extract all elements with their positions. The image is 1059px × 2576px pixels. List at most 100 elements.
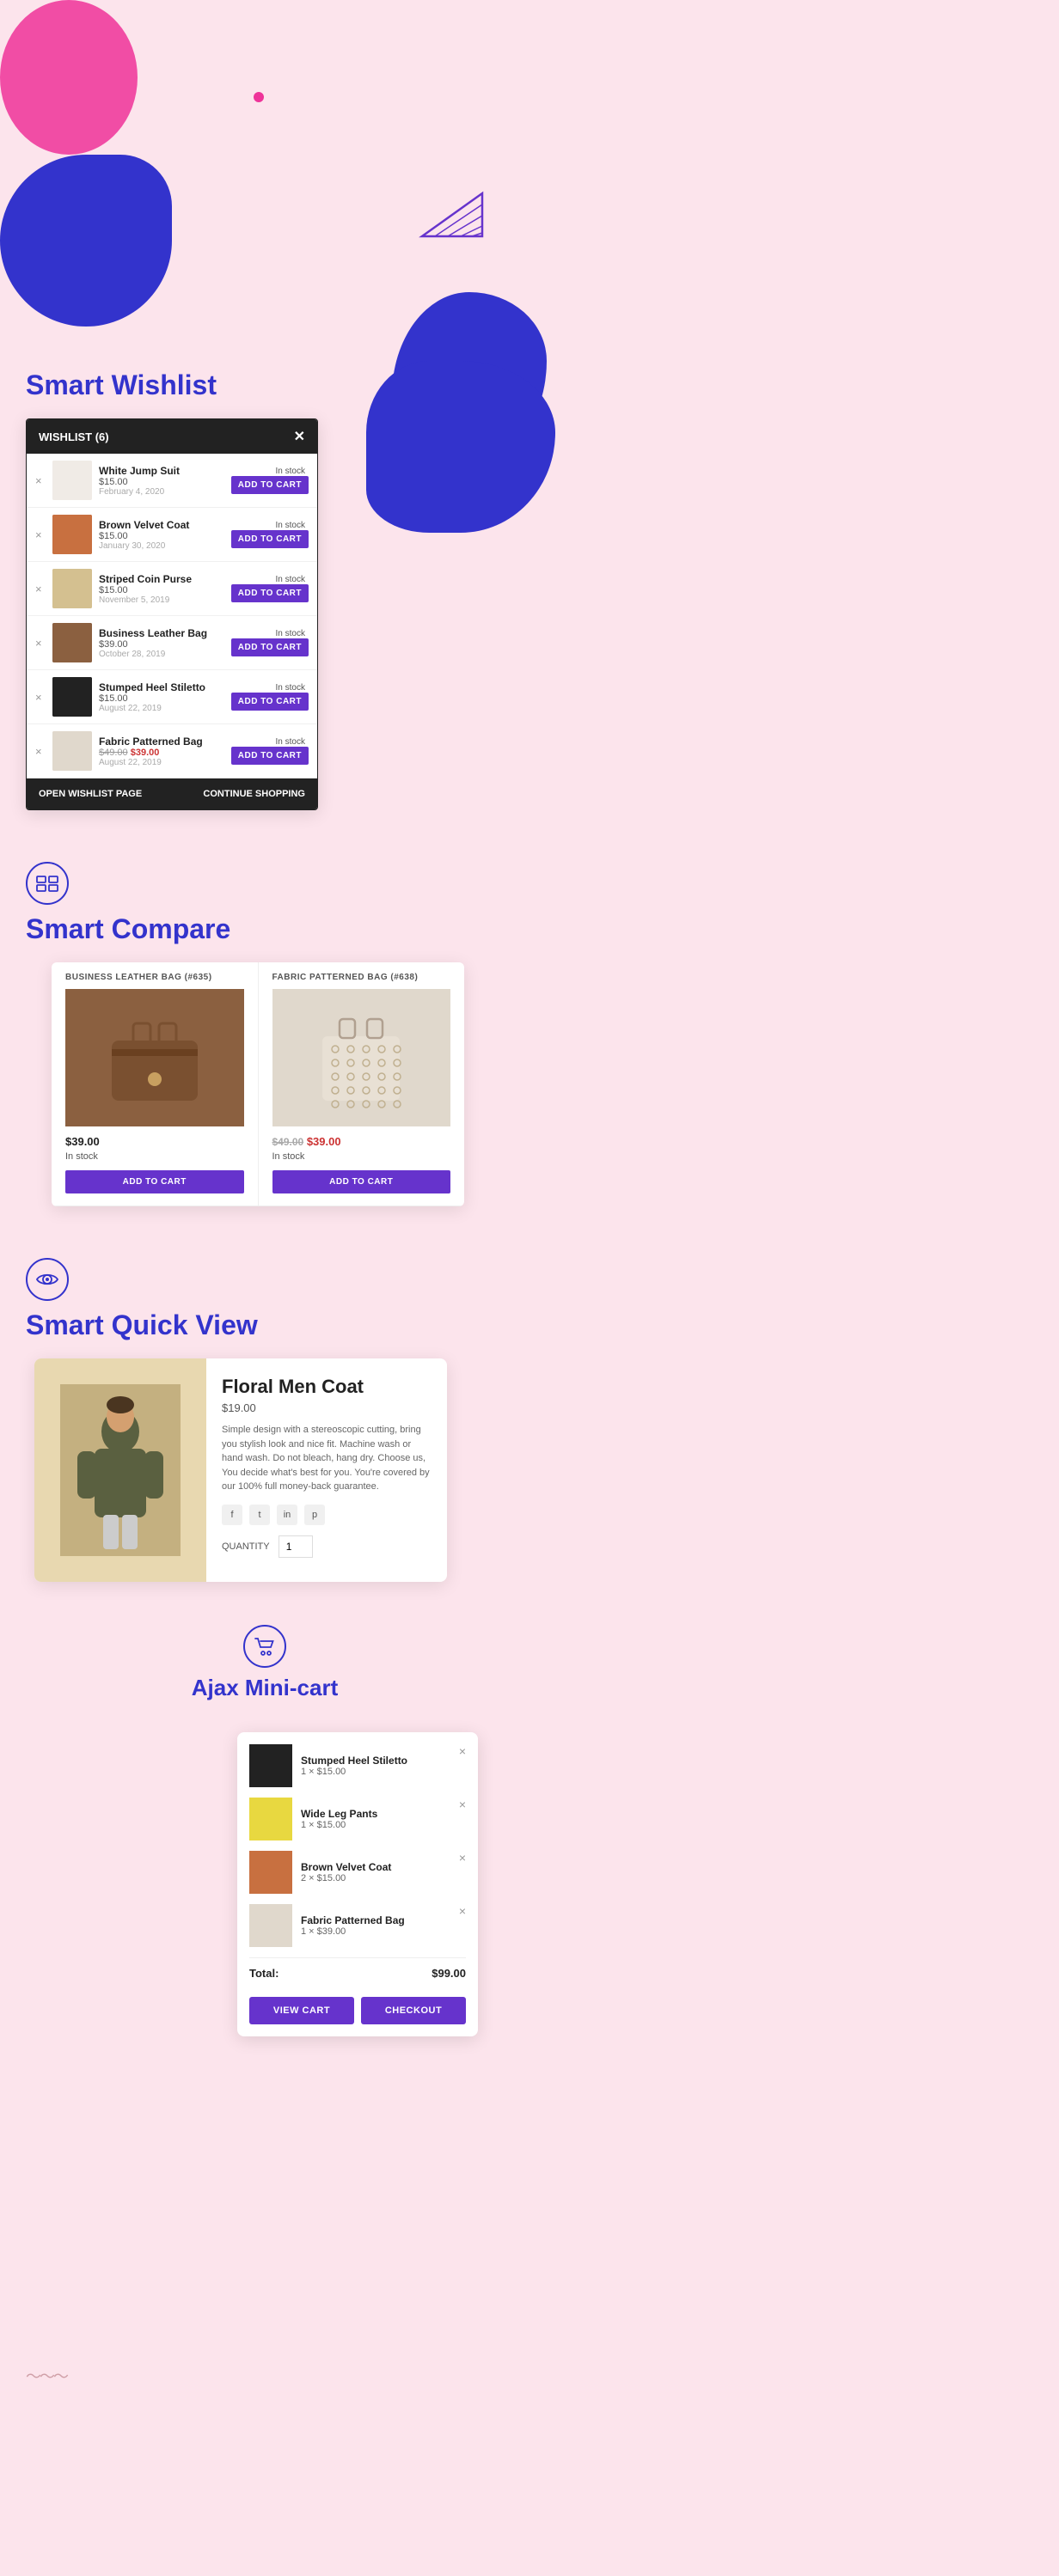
compare-icon: [26, 862, 69, 905]
deco-blob-blue-bottom: [0, 155, 172, 327]
linkedin-icon[interactable]: in: [277, 1505, 297, 1525]
wishlist-add-to-cart-button[interactable]: ADD TO CART: [231, 693, 309, 711]
mini-cart-item-qty-price: 1 × $39.00: [301, 1926, 466, 1937]
mini-cart-item-image: [249, 1904, 292, 1947]
wishlist-add-to-cart-button[interactable]: ADD TO CART: [231, 530, 309, 548]
wishlist-item-price: $15.00: [99, 477, 128, 487]
wishlist-item-date: January 30, 2020: [99, 541, 224, 551]
wishlist-close-button[interactable]: ✕: [294, 428, 305, 445]
compare-add-to-cart-button[interactable]: ADD TO CART: [65, 1170, 244, 1193]
mini-cart-action-buttons: VIEW CART CHECKOUT: [249, 1997, 466, 2024]
mini-cart-total-label: Total:: [249, 1967, 279, 1980]
mini-cart-item-details: Brown Velvet Coat 2 × $15.00: [301, 1861, 466, 1883]
compare-stock-status: In stock: [65, 1151, 244, 1162]
mini-cart-item-qty-price: 1 × $15.00: [301, 1767, 466, 1777]
smart-wishlist-title: Smart Wishlist: [26, 369, 504, 401]
smart-compare-section: Smart Compare BUSINESS LEATHER BAG (#635…: [26, 862, 504, 1206]
mini-cart-item-remove-button[interactable]: ×: [459, 1798, 466, 1811]
wishlist-item-price-display: $15.00: [99, 531, 224, 541]
quickview-product-price: $19.00: [222, 1401, 432, 1414]
mini-cart-total: Total: $99.00: [249, 1957, 466, 1988]
continue-shopping-link[interactable]: CONTINUE SHOPPING: [203, 789, 305, 799]
wishlist-item-price: $39.00: [99, 639, 128, 650]
compare-widget: BUSINESS LEATHER BAG (#635) $39.00 In st…: [52, 962, 464, 1206]
quickview-social-icons: f t in p: [222, 1505, 432, 1525]
mini-cart-item-name: Wide Leg Pants: [301, 1808, 466, 1820]
wishlist-item-image: [52, 623, 92, 662]
wishlist-item-price: $15.00: [99, 531, 128, 541]
wishlist-item-price: $15.00: [99, 585, 128, 595]
wishlist-items-list: × White Jump Suit $15.00 February 4, 202…: [27, 454, 317, 778]
wishlist-item-image: [52, 569, 92, 608]
checkout-button[interactable]: CHECKOUT: [361, 1997, 466, 2024]
wishlist-item-name: Brown Velvet Coat: [99, 519, 224, 531]
wishlist-item-remove-button[interactable]: ×: [35, 637, 46, 650]
smart-quickview-section: Smart Quick View: [26, 1258, 504, 1582]
quantity-input[interactable]: [279, 1535, 313, 1558]
mini-cart-item-name: Stumped Heel Stiletto: [301, 1755, 466, 1767]
compare-price-display: $49.00 $39.00: [272, 1135, 451, 1148]
wishlist-item-status-text: In stock ADD TO CART: [231, 683, 309, 711]
wishlist-item-price-display: $39.00: [99, 639, 224, 650]
wishlist-item-price: $15.00: [99, 693, 128, 704]
compare-price-old: $49.00: [272, 1136, 304, 1148]
wishlist-item: × Business Leather Bag $39.00 October 28…: [27, 616, 317, 670]
wishlist-in-stock-label: In stock: [231, 467, 305, 476]
mini-cart-item-qty-price: 2 × $15.00: [301, 1873, 466, 1883]
mini-cart-item: Stumped Heel Stiletto 1 × $15.00 ×: [249, 1744, 466, 1787]
compare-add-to-cart-button[interactable]: ADD TO CART: [272, 1170, 451, 1193]
twitter-icon[interactable]: t: [249, 1505, 270, 1525]
wishlist-in-stock-label: In stock: [231, 629, 305, 638]
compare-product-title: BUSINESS LEATHER BAG (#635): [65, 973, 244, 982]
wishlist-item-status-text: In stock ADD TO CART: [231, 521, 309, 548]
dot-pink-1: [254, 92, 264, 102]
pinterest-icon[interactable]: p: [304, 1505, 325, 1525]
wishlist-add-to-cart-button[interactable]: ADD TO CART: [231, 747, 309, 765]
mini-cart-item-details: Wide Leg Pants 1 × $15.00: [301, 1808, 466, 1830]
wishlist-item-details: Stumped Heel Stiletto $15.00 August 22, …: [99, 681, 224, 713]
wishlist-item-name: Stumped Heel Stiletto: [99, 681, 224, 693]
mini-cart-item: Brown Velvet Coat 2 × $15.00 ×: [249, 1851, 466, 1894]
wishlist-item-status-text: In stock ADD TO CART: [231, 575, 309, 602]
wishlist-item-status-text: In stock ADD TO CART: [231, 467, 309, 494]
mini-cart-icon: [243, 1625, 286, 1668]
facebook-icon[interactable]: f: [222, 1505, 242, 1525]
wishlist-item-remove-button[interactable]: ×: [35, 474, 46, 487]
wishlist-item-price-display: $15.00: [99, 693, 224, 704]
mini-cart-item-image: [249, 1798, 292, 1840]
mini-cart-item-remove-button[interactable]: ×: [459, 1851, 466, 1865]
view-cart-button[interactable]: VIEW CART: [249, 1997, 354, 2024]
smart-compare-title: Smart Compare: [26, 913, 504, 945]
wishlist-add-to-cart-button[interactable]: ADD TO CART: [231, 638, 309, 656]
mini-cart-item-remove-button[interactable]: ×: [459, 1744, 466, 1758]
wishlist-item-remove-button[interactable]: ×: [35, 528, 46, 541]
wishlist-item-name: Fabric Patterned Bag: [99, 736, 224, 748]
deco-zigzag: 〜〜〜: [26, 2365, 67, 2387]
mini-cart-item-qty-price: 1 × $15.00: [301, 1820, 466, 1830]
quickview-icon: [26, 1258, 69, 1301]
wishlist-item-date: August 22, 2019: [99, 704, 224, 713]
mini-cart-item-remove-button[interactable]: ×: [459, 1904, 466, 1918]
wishlist-add-to-cart-button[interactable]: ADD TO CART: [231, 584, 309, 602]
wishlist-in-stock-label: In stock: [231, 575, 305, 584]
quantity-label: QUANTITY: [222, 1541, 270, 1552]
quickview-product-description: Simple design with a stereoscopic cuttin…: [222, 1423, 432, 1494]
wishlist-item-details: Striped Coin Purse $15.00 November 5, 20…: [99, 573, 224, 605]
wishlist-item-date: February 4, 2020: [99, 487, 224, 497]
mini-cart-item-details: Stumped Heel Stiletto 1 × $15.00: [301, 1755, 466, 1777]
wishlist-add-to-cart-button[interactable]: ADD TO CART: [231, 476, 309, 494]
wishlist-item-remove-button[interactable]: ×: [35, 691, 46, 704]
wishlist-header: WISHLIST (6) ✕: [27, 419, 317, 454]
open-wishlist-link[interactable]: OPEN WISHLIST PAGE: [39, 789, 142, 799]
quickview-widget: Floral Men Coat $19.00 Simple design wit…: [34, 1358, 447, 1582]
wishlist-item-remove-button[interactable]: ×: [35, 745, 46, 758]
quickview-quantity-row: QUANTITY: [222, 1535, 432, 1558]
mini-cart-item-name: Brown Velvet Coat: [301, 1861, 466, 1873]
wishlist-item-image: [52, 461, 92, 500]
wishlist-in-stock-label: In stock: [231, 737, 305, 747]
wishlist-item-remove-button[interactable]: ×: [35, 583, 46, 595]
wishlist-item-name: White Jump Suit: [99, 465, 224, 477]
smart-quickview-title: Smart Quick View: [26, 1309, 504, 1341]
wishlist-item-price-sale: $39.00: [131, 748, 160, 758]
mini-cart-item-name: Fabric Patterned Bag: [301, 1914, 466, 1926]
